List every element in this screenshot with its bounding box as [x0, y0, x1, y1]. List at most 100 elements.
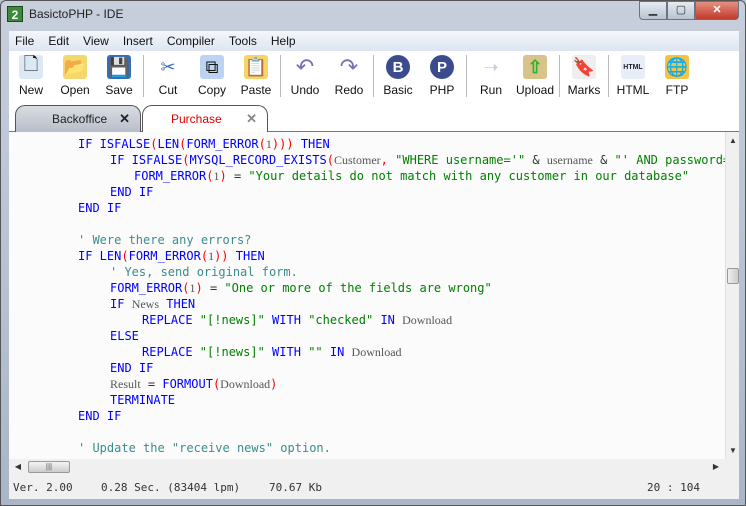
code-token: ELSE [110, 329, 139, 343]
tab-backoffice[interactable]: Backoffice ✕ [15, 105, 141, 132]
code-token: "' AND password='" [614, 153, 739, 167]
scroll-down-icon[interactable]: ▼ [726, 446, 739, 455]
vertical-scrollbar[interactable]: ▲ ▼ [725, 132, 739, 459]
code-editor[interactable]: IF ISFALSE(LEN(FORM_ERROR(1))) THEN IF IS… [9, 132, 739, 459]
undo-button[interactable]: ↶ Undo [283, 54, 327, 97]
code-token: ' Update the "receive news" option. [78, 441, 331, 455]
code-line: FORM_ERROR(1) = "One or more of the fiel… [9, 280, 739, 296]
code-token: ' Were there any errors? [78, 233, 252, 247]
menu-compiler[interactable]: Compiler [167, 34, 215, 48]
ftp-icon: 🌐 [665, 55, 689, 79]
code-token: FORMOUT [162, 377, 213, 391]
php-button[interactable]: P PHP [420, 55, 464, 97]
tab-purchase[interactable]: Purchase ✕ [142, 105, 268, 132]
app-icon: 2 [7, 6, 23, 22]
toolbar-separator [373, 55, 374, 97]
code-line: TERMINATE [9, 392, 739, 408]
new-button[interactable]: 🗋 New [9, 54, 53, 97]
menu-bar: File Edit View Insert Compiler Tools Help [9, 31, 739, 51]
maximize-button[interactable]: ▢ [667, 1, 695, 20]
code-token: Download [351, 345, 402, 359]
menu-view[interactable]: View [83, 34, 109, 48]
code-line: IF News THEN [9, 296, 739, 312]
open-button[interactable]: 📂 Open [53, 55, 97, 97]
basic-button[interactable]: B Basic [376, 55, 420, 97]
code-line: END IF [9, 184, 739, 200]
code-token: "WHERE username='" [395, 153, 526, 167]
toolbar-label: HTML [616, 83, 650, 97]
code-token: ) [270, 377, 278, 391]
php-icon: P [430, 55, 454, 79]
close-tab-icon[interactable]: ✕ [119, 111, 130, 127]
marks-button[interactable]: 🔖 Marks [562, 55, 606, 97]
horizontal-scrollbar[interactable]: ◀ ||| ▶ [9, 459, 739, 475]
code-token: ))) [271, 137, 294, 151]
toolbar-label: Undo [290, 83, 320, 97]
upload-button[interactable]: ⇧ Upload [513, 55, 557, 97]
toolbar: 🗋 New 📂 Open 💾 Save ✂ Cut ⧉ Copy 📋 Paste ↶ Undo ↷ Redo B… [9, 51, 739, 101]
toolbar-label: Marks [567, 83, 601, 97]
code-line: IF LEN(FORM_ERROR(1)) THEN [9, 248, 739, 264]
scroll-left-icon[interactable]: ◀ [11, 462, 25, 471]
code-line: ' Were there any errors? [9, 232, 739, 248]
code-token: = [226, 169, 249, 183]
toolbar-label: Run [479, 83, 502, 97]
close-tab-icon[interactable]: ✕ [246, 111, 257, 127]
save-button[interactable]: 💾 Save [97, 55, 141, 97]
code-token: & [592, 153, 615, 167]
close-button[interactable]: ✕ [695, 1, 739, 20]
code-token: THEN [235, 249, 265, 263]
redo-button[interactable]: ↷ Redo [327, 54, 371, 97]
scroll-right-icon[interactable]: ▶ [709, 462, 723, 471]
toolbar-label: Copy [197, 83, 226, 97]
status-timing: 0.28 Sec. (83404 lpm) [101, 480, 241, 494]
code-line: ' Yes, send original form. [9, 264, 739, 280]
undo-icon: ↶ [293, 54, 317, 79]
scissors-icon: ✂ [156, 55, 180, 79]
status-cursor: 20 : 104 [647, 480, 700, 494]
code-token: THEN [300, 137, 330, 151]
tab-label: Backoffice [52, 112, 108, 126]
code-line: REPLACE "[!news]" WITH "" IN Download [9, 344, 739, 360]
code-line: ' Update the "receive news" option. [9, 440, 739, 456]
menu-help[interactable]: Help [271, 34, 296, 48]
code-token: Download [402, 313, 453, 327]
code-token: "checked" [308, 313, 374, 327]
run-button[interactable]: ➝ Run [469, 55, 513, 97]
code-token: , [380, 153, 388, 167]
minimize-button[interactable]: ▁ [639, 1, 667, 20]
menu-tools[interactable]: Tools [229, 34, 257, 48]
code-token: ( [200, 249, 209, 263]
scroll-up-icon[interactable]: ▲ [726, 136, 739, 145]
code-line: IF ISFALSE(MYSQL_RECORD_EXISTS(Customer,… [9, 152, 739, 168]
copy-button[interactable]: ⧉ Copy [190, 55, 234, 97]
code-token: END IF [110, 185, 154, 199]
code-token: ' Yes, send original form. [110, 265, 298, 279]
toolbar-label: Paste [240, 83, 272, 97]
code-token: TERMINATE [110, 393, 176, 407]
menu-file[interactable]: File [15, 34, 34, 48]
paste-button[interactable]: 📋 Paste [234, 55, 278, 97]
horizontal-scroll-thumb[interactable]: ||| [28, 461, 70, 473]
code-lines: IF ISFALSE(LEN(FORM_ERROR(1))) THEN IF IS… [9, 136, 739, 456]
ftp-button[interactable]: 🌐 FTP [655, 55, 699, 97]
html-button[interactable]: HTML HTML [611, 55, 655, 97]
toolbar-separator [280, 55, 281, 97]
basic-icon: B [386, 55, 410, 79]
vertical-scroll-thumb[interactable] [727, 268, 739, 284]
bookmark-icon: 🔖 [572, 55, 596, 79]
code-line: FORM_ERROR(1) = "Your details do not mat… [9, 168, 739, 184]
menu-insert[interactable]: Insert [123, 34, 153, 48]
code-line: END IF [9, 408, 739, 424]
cut-button[interactable]: ✂ Cut [146, 55, 190, 97]
code-token: LEN [157, 137, 180, 151]
upload-icon: ⇧ [523, 55, 547, 79]
redo-icon: ↷ [337, 54, 361, 79]
tab-label: Purchase [171, 112, 222, 126]
toolbar-label: Cut [158, 83, 178, 97]
code-token: "One or more of the fields are wrong" [224, 281, 492, 295]
menu-edit[interactable]: Edit [48, 34, 69, 48]
code-token: IF LEN [78, 249, 122, 263]
code-token: "[!news]" [199, 313, 265, 327]
